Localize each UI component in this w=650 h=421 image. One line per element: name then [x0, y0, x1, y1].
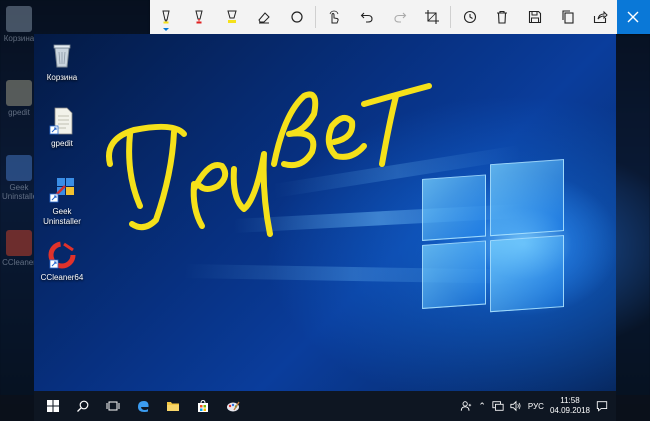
highlighter-icon	[226, 10, 237, 23]
redo-button[interactable]	[383, 0, 416, 34]
eraser-button[interactable]	[248, 0, 281, 34]
pencil-button[interactable]	[183, 0, 216, 34]
trash-icon	[497, 10, 508, 24]
bg-ccleaner: CCleaner	[2, 230, 36, 267]
system-tray: ⌃ РУС 11:58 04.09.2018	[460, 396, 616, 416]
delete-button[interactable]	[486, 0, 519, 34]
crop-button[interactable]	[416, 0, 449, 34]
volume-icon[interactable]	[510, 400, 522, 412]
store-icon	[198, 399, 208, 412]
action-center-icon[interactable]	[596, 400, 608, 412]
task-view-button[interactable]	[98, 391, 128, 421]
edge-icon	[138, 401, 149, 412]
redo-icon	[393, 12, 406, 23]
touch-writing-button[interactable]	[318, 0, 351, 34]
share-button[interactable]	[584, 0, 617, 34]
bg-recycle-bin: Корзина	[2, 6, 36, 43]
copy-button[interactable]	[551, 0, 584, 34]
bg-geek: Geek Uninstaller	[2, 155, 40, 201]
edge-button[interactable]	[128, 391, 158, 421]
ruler-circle-icon	[291, 11, 303, 23]
ballpoint-pen-icon	[162, 10, 170, 24]
network-icon[interactable]	[492, 400, 504, 412]
highlighter-button[interactable]	[215, 0, 248, 34]
ballpoint-pen-button[interactable]	[150, 0, 183, 34]
bg-gpedit: gpedit	[2, 80, 36, 117]
close-button[interactable]	[616, 0, 650, 34]
file-explorer-button[interactable]	[158, 391, 188, 421]
handwritten-annotation	[106, 83, 432, 237]
taskbar: ⌃ РУС 11:58 04.09.2018	[34, 391, 616, 421]
clock-date: 04.09.2018	[549, 406, 590, 415]
clock[interactable]: 11:58 04.09.2018	[550, 396, 590, 416]
windows-start-icon	[47, 400, 59, 412]
toolbar-divider	[450, 6, 452, 28]
search-icon	[77, 400, 89, 412]
share-icon	[594, 10, 608, 24]
task-view-icon	[106, 401, 120, 411]
people-icon[interactable]	[460, 400, 472, 412]
touch-hand-icon	[329, 10, 339, 24]
toolbar-divider	[315, 6, 317, 28]
crop-icon	[425, 10, 440, 24]
clock-time: 11:58	[560, 396, 580, 405]
chevron-up-icon[interactable]: ⌃	[478, 401, 486, 412]
start-button[interactable]	[38, 391, 68, 421]
undo-button[interactable]	[351, 0, 384, 34]
folder-icon	[167, 402, 179, 411]
eraser-icon	[258, 12, 270, 24]
store-button[interactable]	[188, 391, 218, 421]
close-icon	[627, 11, 639, 23]
history-icon	[463, 10, 476, 24]
language-indicator[interactable]: РУС	[528, 402, 544, 411]
screenshot-canvas[interactable]: Корзина gpedit Geek Uninstaller CCleaner…	[34, 34, 616, 421]
paint-icon	[227, 401, 240, 412]
paint-button[interactable]	[218, 391, 248, 421]
save-icon	[528, 10, 542, 24]
copy-icon	[562, 10, 574, 24]
search-button[interactable]	[68, 391, 98, 421]
ruler-button[interactable]	[280, 0, 313, 34]
history-button[interactable]	[453, 0, 486, 34]
save-button[interactable]	[519, 0, 552, 34]
sketch-toolbar	[150, 0, 650, 34]
pencil-icon	[195, 10, 203, 24]
undo-icon	[360, 12, 373, 23]
